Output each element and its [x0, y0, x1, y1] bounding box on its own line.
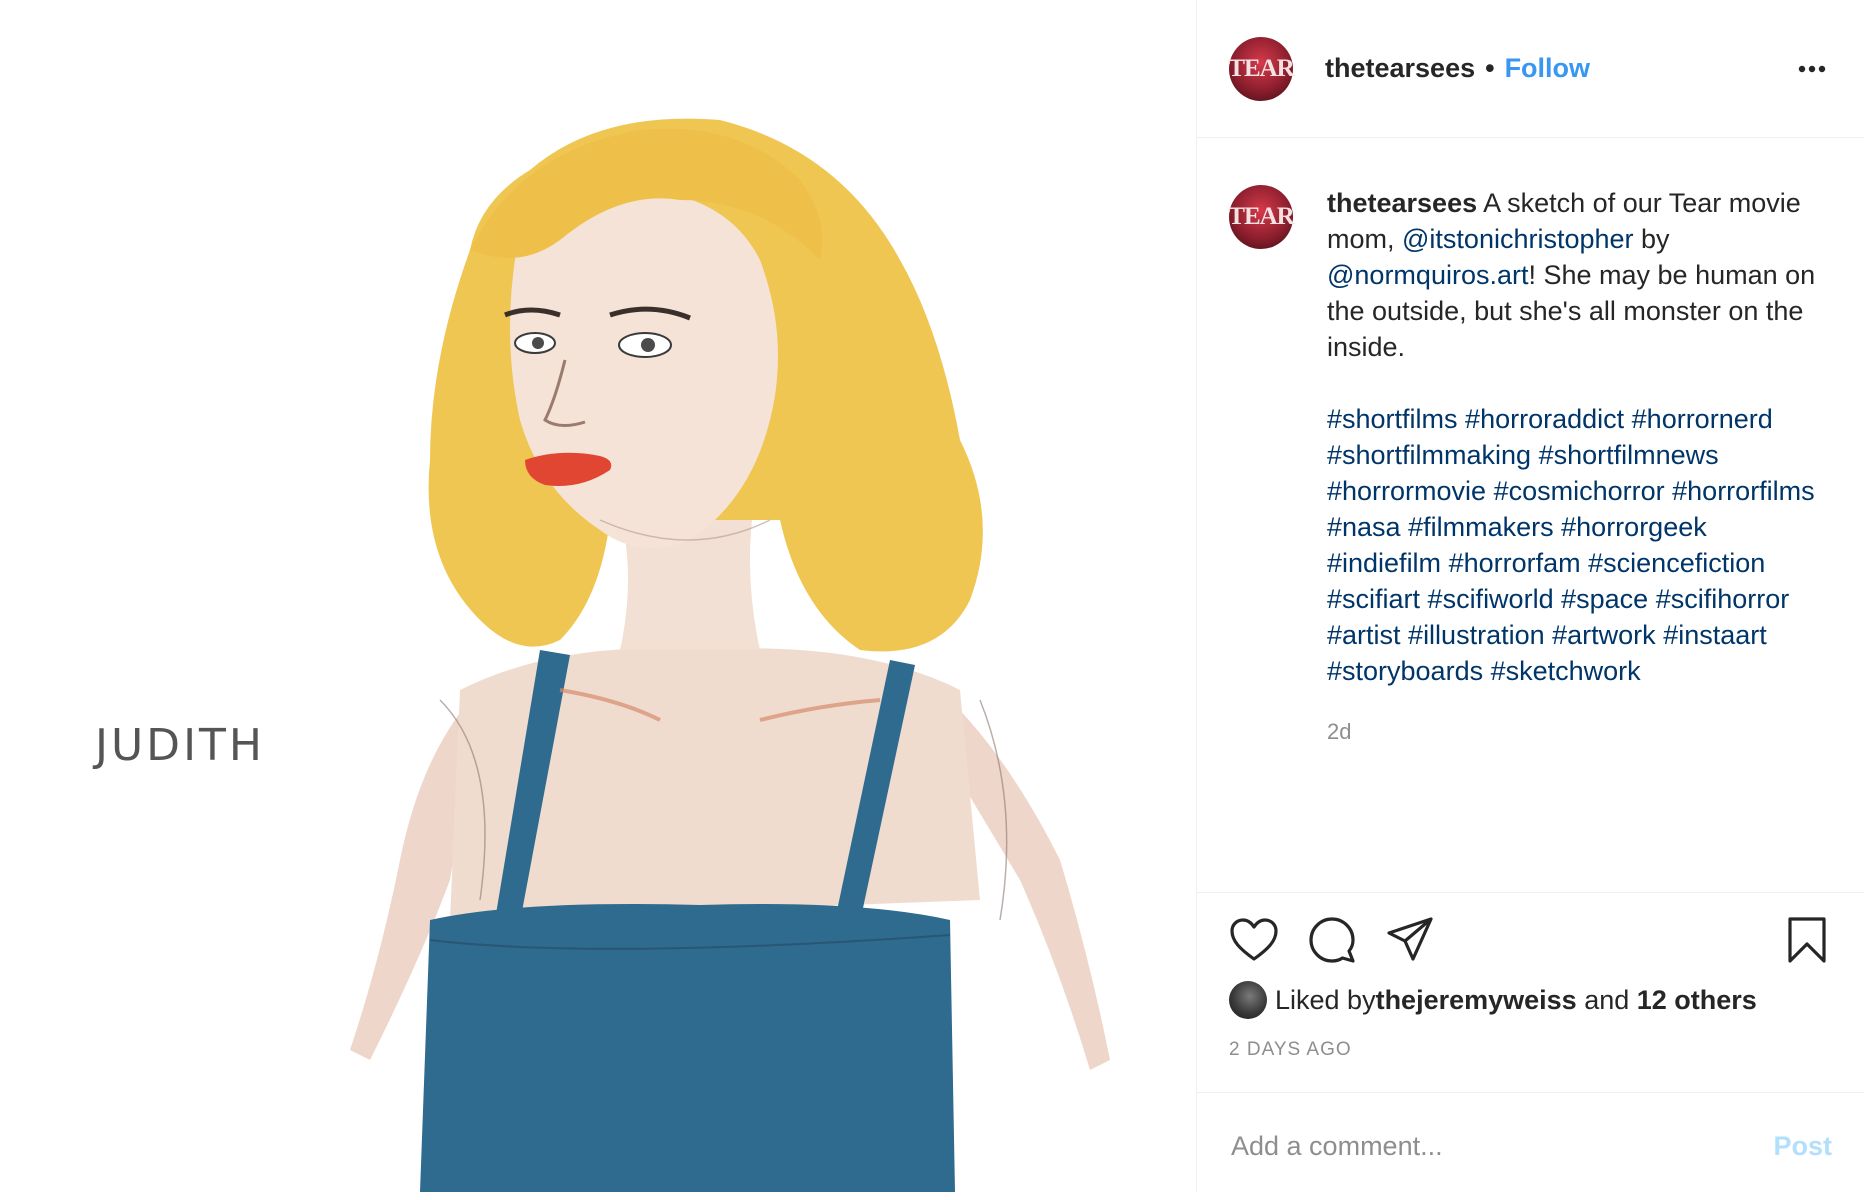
caption-text: thetearsees A sketch of our Tear movie m…: [1327, 185, 1832, 365]
liker-avatar[interactable]: [1229, 981, 1267, 1019]
post-header: TEAR thetearsees • Follow: [1197, 0, 1864, 138]
likes-others-link[interactable]: 12 others: [1637, 985, 1757, 1016]
sketch-illustration: JUDITH: [92, 118, 1110, 1192]
hashtag-link[interactable]: #shortfilmmaking: [1327, 440, 1531, 470]
hashtag-list: #shortfilms #horroraddict #horrornerd #s…: [1327, 401, 1832, 689]
hashtag-link[interactable]: #sciencefiction: [1588, 548, 1765, 578]
post-sidebar: TEAR thetearsees • Follow TEAR thetearse…: [1197, 0, 1864, 1192]
caption-timestamp[interactable]: 2d: [1327, 719, 1832, 745]
post-age[interactable]: 2 DAYS AGO: [1229, 1039, 1832, 1061]
heart-icon[interactable]: [1229, 915, 1279, 965]
caption-body: thetearsees A sketch of our Tear movie m…: [1327, 185, 1832, 745]
artwork-label: JUDITH: [92, 720, 265, 771]
hashtag-link[interactable]: #nasa: [1327, 512, 1401, 542]
hashtag-link[interactable]: #sketchwork: [1491, 656, 1641, 686]
likes-middle: and: [1576, 984, 1637, 1015]
instagram-post: JUDITH TEAR thetearsees • Follow TEAR th…: [0, 0, 1864, 1192]
likes-prefix: Liked by: [1275, 984, 1376, 1015]
caption-avatar[interactable]: TEAR: [1228, 185, 1295, 249]
hashtag-link[interactable]: #cosmichorror: [1494, 476, 1665, 506]
author-username[interactable]: thetearsees: [1325, 53, 1475, 84]
comment-input[interactable]: [1229, 1130, 1774, 1163]
likes-summary: Liked by thejeremyweiss and 12 others: [1229, 981, 1832, 1019]
hashtag-link[interactable]: #scifihorror: [1656, 584, 1790, 614]
hashtag-link[interactable]: #shortfilms: [1327, 404, 1458, 434]
hashtag-link[interactable]: #space: [1561, 584, 1648, 614]
hashtag-link[interactable]: #storyboards: [1327, 656, 1483, 686]
hashtag-link[interactable]: #scifiworld: [1428, 584, 1554, 614]
caption-username[interactable]: thetearsees: [1327, 188, 1477, 218]
hashtag-link[interactable]: #illustration: [1408, 620, 1545, 650]
caption-part-2: by: [1633, 224, 1678, 254]
hashtag-link[interactable]: #horrormovie: [1327, 476, 1486, 506]
post-image[interactable]: JUDITH: [0, 0, 1197, 1192]
mention-link-1[interactable]: @itstonichristopher: [1402, 224, 1634, 254]
caption-section: TEAR thetearsees A sketch of our Tear mo…: [1197, 138, 1864, 892]
action-bar: [1229, 915, 1832, 965]
follow-button[interactable]: Follow: [1505, 53, 1590, 84]
hashtag-link[interactable]: #artist: [1327, 620, 1401, 650]
hashtag-link[interactable]: #horrorfilms: [1672, 476, 1815, 506]
comment-bar: Post: [1197, 1092, 1864, 1200]
post-comment-button[interactable]: Post: [1773, 1131, 1832, 1162]
hashtag-link[interactable]: #filmmakers: [1408, 512, 1554, 542]
mention-link-2[interactable]: @normquiros.art: [1327, 260, 1528, 290]
hashtag-link[interactable]: #artwork: [1552, 620, 1656, 650]
hashtag-link[interactable]: #horrorfam: [1449, 548, 1581, 578]
share-icon[interactable]: [1385, 915, 1435, 965]
hashtag-link[interactable]: #horrornerd: [1632, 404, 1773, 434]
hashtag-link[interactable]: #scifiart: [1327, 584, 1420, 614]
hashtag-link[interactable]: #instaart: [1663, 620, 1767, 650]
hashtag-link[interactable]: #horroraddict: [1465, 404, 1624, 434]
hashtag-link[interactable]: #shortfilmnews: [1539, 440, 1719, 470]
hashtag-link[interactable]: #indiefilm: [1327, 548, 1441, 578]
author-avatar[interactable]: TEAR: [1228, 36, 1295, 101]
comment-icon[interactable]: [1307, 915, 1357, 965]
more-options-icon[interactable]: [1792, 49, 1832, 89]
liker-username[interactable]: thejeremyweiss: [1376, 985, 1577, 1016]
hashtag-link[interactable]: #horrorgeek: [1561, 512, 1707, 542]
post-actions-section: Liked by thejeremyweiss and 12 others 2 …: [1197, 892, 1864, 1192]
bookmark-icon[interactable]: [1782, 915, 1832, 965]
header-separator: •: [1485, 53, 1495, 83]
